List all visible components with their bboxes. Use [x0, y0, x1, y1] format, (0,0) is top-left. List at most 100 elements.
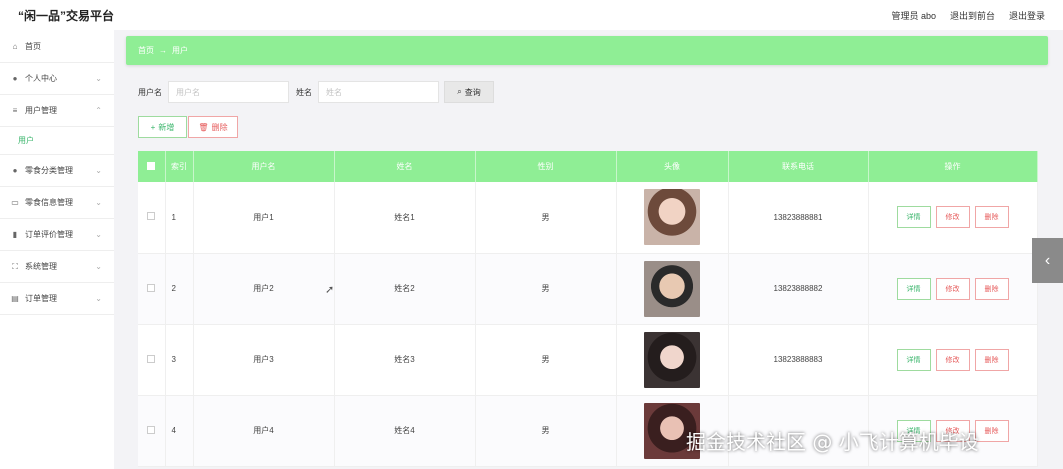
detail-button[interactable]: 详情	[896, 348, 931, 371]
name-label: 姓名	[296, 87, 312, 97]
sidebar-item-order-review[interactable]: ▮ 订单评价管理 ⌄	[0, 219, 114, 251]
chevron-left-icon: ‹	[1044, 251, 1051, 269]
detail-button[interactable]: 详情	[896, 206, 931, 229]
header-avatar: 头像	[616, 151, 729, 182]
table-row: 3 用户3 姓名3 男 13823888883 详情 修改 删除	[138, 324, 1038, 396]
sidebar-item-orders[interactable]: ▤ 订单管理 ⌄	[0, 283, 114, 315]
row-checkbox[interactable]	[138, 253, 166, 325]
header-gender: 性别	[475, 151, 617, 182]
row-checkbox[interactable]	[138, 395, 166, 467]
select-all-checkbox[interactable]	[138, 151, 166, 182]
frame-icon: ⛶	[12, 261, 18, 271]
sidebar-item-label: 个人中心	[25, 74, 57, 83]
delete-button[interactable]: 删除	[974, 277, 1009, 300]
chevron-down-icon: ⌄	[95, 74, 102, 83]
table-header-row: 索引 用户名 姓名 性别 头像 联系电话 操作	[138, 151, 1038, 182]
row-gender: 男	[475, 253, 617, 325]
sidebar-item-users[interactable]: ≡ 用户管理 ⌃	[0, 95, 114, 127]
row-avatar-cell	[616, 182, 729, 254]
row-gender: 男	[475, 395, 617, 467]
username-input[interactable]	[168, 81, 289, 103]
store-icon: ▭	[11, 198, 19, 207]
query-button[interactable]: ⌕ 查询	[444, 81, 494, 103]
back-to-front-link[interactable]: 退出到前台	[950, 9, 995, 22]
trash-icon: 🗑︎	[198, 122, 209, 132]
main-content: 首页 → 用户 用户名 姓名 ⌕ 查询 + 新增 🗑︎ 删除	[126, 36, 1048, 469]
logout-link[interactable]: 退出登录	[1009, 9, 1045, 22]
top-bar: “闲一品”交易平台 管理员 abo 退出到前台 退出登录	[0, 0, 1063, 30]
edit-button[interactable]: 修改	[935, 277, 970, 300]
sidebar-item-label: 首页	[25, 41, 41, 51]
detail-button[interactable]: 详情	[896, 277, 931, 300]
chevron-down-icon: ⌄	[95, 198, 102, 207]
avatar	[644, 189, 700, 246]
breadcrumb-arrow: →	[159, 46, 167, 55]
user-table: 索引 用户名 姓名 性别 头像 联系电话 操作 1 用户1 姓名1 男 1382…	[138, 151, 1038, 467]
row-checkbox[interactable]	[138, 182, 166, 254]
row-index: 1	[165, 182, 194, 254]
sidebar-item-profile[interactable]: ● 个人中心 ⌄	[0, 63, 114, 95]
sidebar-item-snack-info[interactable]: ▭ 零食信息管理 ⌄	[0, 187, 114, 219]
breadcrumb-current: 用户	[172, 46, 188, 55]
sidebar-item-home[interactable]: ⌂ 首页	[0, 30, 114, 63]
row-actions: 详情 修改 删除	[868, 182, 1038, 254]
sidebar-item-label: 订单管理	[25, 294, 57, 303]
username-label: 用户名	[138, 87, 162, 97]
row-index: 3	[165, 324, 194, 396]
sidebar-subitem-user[interactable]: 用户	[0, 127, 114, 155]
breadcrumb-home[interactable]: 首页	[138, 45, 154, 56]
list-icon: ≡	[12, 106, 18, 115]
chevron-down-icon: ⌄	[95, 230, 102, 239]
row-actions: 详情 修改 删除	[868, 324, 1038, 396]
collapse-panel-button[interactable]: ‹	[1032, 238, 1063, 283]
row-username: 用户3	[193, 324, 335, 396]
sidebar-item-label: 订单评价管理	[25, 230, 73, 239]
chevron-up-icon: ⌃	[95, 106, 102, 115]
row-phone: 13823888883	[728, 324, 869, 396]
search-icon: ⌕	[457, 87, 462, 96]
sidebar-item-label: 零食信息管理	[25, 198, 73, 207]
app-title: “闲一品”交易平台	[18, 8, 115, 23]
sidebar-item-system[interactable]: ⛶ 系统管理 ⌄	[0, 251, 114, 283]
delete-button[interactable]: 删除	[974, 348, 1009, 371]
top-actions: 管理员 abo 退出到前台 退出登录	[891, 9, 1045, 22]
sidebar-item-label: 用户管理	[25, 106, 57, 115]
action-bar: + 新增 🗑︎ 删除	[138, 116, 238, 138]
chart-icon: ▮	[12, 230, 18, 239]
query-button-label: 查询	[464, 87, 481, 97]
home-icon: ⌂	[12, 41, 18, 51]
user-icon: ●	[12, 74, 18, 83]
table-row: 2 用户2 姓名2 男 13823888882 详情 修改 删除	[138, 253, 1038, 325]
delete-button[interactable]: 删除	[974, 419, 1009, 442]
row-index: 2	[165, 253, 194, 325]
trash-icon: ▤	[11, 294, 19, 303]
edit-button[interactable]: 修改	[935, 206, 970, 229]
chevron-down-icon: ⌄	[95, 294, 102, 303]
user-icon: ●	[12, 166, 18, 175]
add-button[interactable]: + 新增	[138, 116, 187, 138]
edit-button[interactable]: 修改	[935, 348, 970, 371]
delete-button[interactable]: 删除	[974, 206, 1009, 229]
sidebar-item-label: 零食分类管理	[25, 166, 73, 175]
delete-button-label: 删除	[211, 122, 228, 132]
search-bar: 用户名 姓名 ⌕ 查询	[138, 81, 494, 103]
row-name: 姓名4	[334, 395, 476, 467]
row-gender: 男	[475, 182, 617, 254]
row-avatar-cell	[616, 253, 729, 325]
chevron-down-icon: ⌄	[95, 262, 102, 271]
sidebar-item-snack-category[interactable]: ● 零食分类管理 ⌄	[0, 155, 114, 187]
row-phone: 13823888882	[728, 253, 869, 325]
row-index: 4	[165, 395, 194, 467]
row-username: 用户2	[193, 253, 335, 325]
admin-label[interactable]: 管理员 abo	[891, 9, 936, 22]
row-username: 用户1	[193, 182, 335, 254]
header-name: 姓名	[334, 151, 476, 182]
row-checkbox[interactable]	[138, 324, 166, 396]
mouse-cursor-icon: ➚	[325, 284, 335, 296]
name-input[interactable]	[318, 81, 439, 103]
batch-delete-button[interactable]: 🗑︎ 删除	[188, 116, 238, 138]
header-phone: 联系电话	[728, 151, 869, 182]
row-avatar-cell	[616, 324, 729, 396]
sidebar: ⌂ 首页 ● 个人中心 ⌄ ≡ 用户管理 ⌃ 用户 ● 零食分类管理 ⌄ ▭ 零…	[0, 30, 114, 469]
table-row: 1 用户1 姓名1 男 13823888881 详情 修改 删除	[138, 182, 1038, 254]
